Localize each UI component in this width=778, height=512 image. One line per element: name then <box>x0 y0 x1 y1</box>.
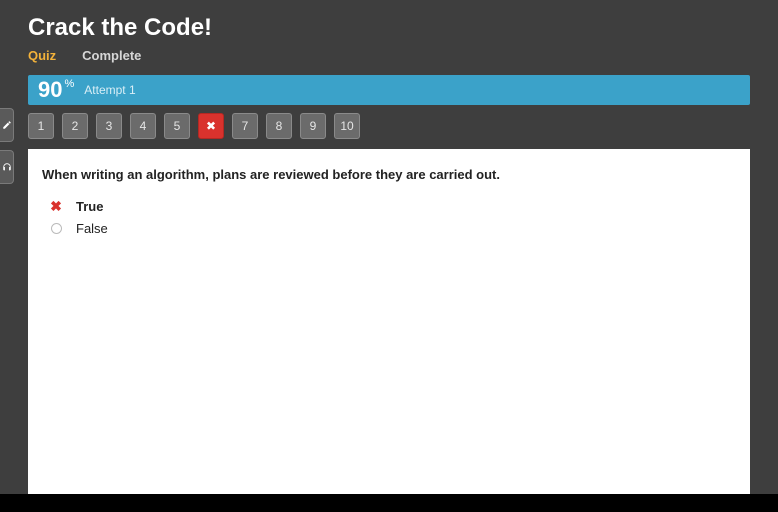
page-title: Crack the Code! <box>28 14 750 42</box>
option-label: True <box>76 199 103 214</box>
footer-bar <box>0 494 778 512</box>
wrong-mark-icon: ✖ <box>50 198 62 215</box>
headphones-icon <box>2 162 12 172</box>
option-false[interactable]: False <box>48 221 736 236</box>
option-true[interactable]: ✖ True <box>48 198 736 215</box>
question-nav-5[interactable]: 5 <box>164 113 190 139</box>
question-text: When writing an algorithm, plans are rev… <box>42 167 736 182</box>
question-panel: When writing an algorithm, plans are rev… <box>28 149 750 499</box>
pencil-icon <box>2 120 12 130</box>
score-bar: 90% Attempt 1 <box>28 75 750 105</box>
question-nav-9[interactable]: 9 <box>300 113 326 139</box>
radio-icon <box>51 223 62 234</box>
question-nav: 1 2 3 4 5 ✖ 7 8 9 10 <box>28 113 750 149</box>
option-label: False <box>76 221 108 236</box>
x-icon: ✖ <box>206 119 216 133</box>
side-tab-audio[interactable] <box>0 150 14 184</box>
question-nav-8[interactable]: 8 <box>266 113 292 139</box>
question-nav-4[interactable]: 4 <box>130 113 156 139</box>
question-nav-3[interactable]: 3 <box>96 113 122 139</box>
attempt-label: Attempt 1 <box>84 83 135 97</box>
tab-complete[interactable]: Complete <box>82 48 141 67</box>
question-nav-10[interactable]: 10 <box>334 113 360 139</box>
question-nav-7[interactable]: 7 <box>232 113 258 139</box>
question-nav-1[interactable]: 1 <box>28 113 54 139</box>
score-unit: % <box>64 78 74 90</box>
side-tab-edit[interactable] <box>0 108 14 142</box>
score-value: 90 <box>38 77 62 103</box>
question-nav-6-wrong[interactable]: ✖ <box>198 113 224 139</box>
tab-quiz[interactable]: Quiz <box>28 48 56 67</box>
tabs: Quiz Complete <box>28 48 750 67</box>
question-nav-2[interactable]: 2 <box>62 113 88 139</box>
